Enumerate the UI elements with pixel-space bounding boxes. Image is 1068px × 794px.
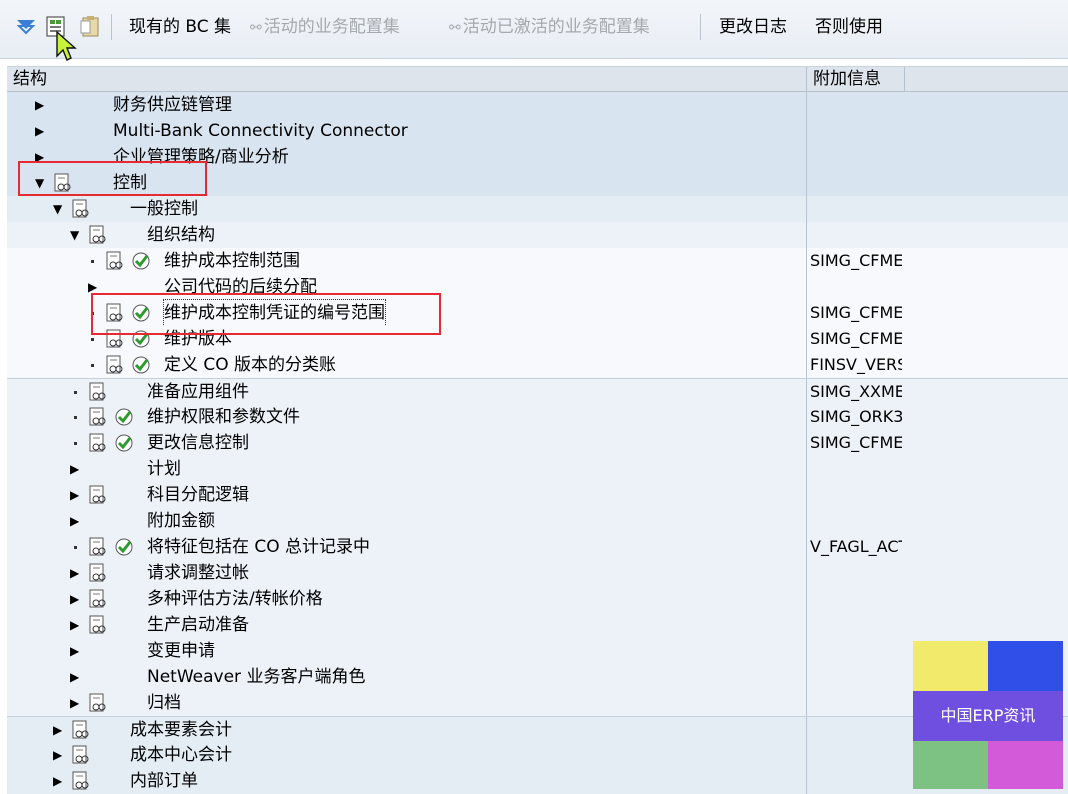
- tree-node[interactable]: ▶ 归档: [7, 690, 1068, 716]
- highlight-box: [91, 293, 441, 335]
- documentation-icon[interactable]: [88, 589, 108, 609]
- tree-node[interactable]: ▶ 请求调整过帐: [7, 560, 1068, 586]
- leaf-bullet: [74, 546, 77, 549]
- documentation-icon[interactable]: [88, 407, 108, 427]
- change-log-button[interactable]: 更改日志: [719, 14, 787, 40]
- tree-node[interactable]: ▶ 变更申请: [7, 638, 1068, 664]
- tree-node[interactable]: ▶ Multi-Bank Connectivity Connector: [7, 118, 1068, 144]
- expand-arrow-icon[interactable]: ▶: [53, 774, 65, 788]
- documentation-icon[interactable]: [88, 537, 108, 557]
- documentation-icon[interactable]: [71, 720, 91, 740]
- tree-node[interactable]: 更改信息控制 SIMG_CFMENUOKBZOKBZ: [7, 430, 1068, 456]
- leaf-bullet: [91, 338, 94, 341]
- documentation-icon[interactable]: [105, 355, 125, 375]
- clipboard-icon[interactable]: [78, 12, 102, 40]
- expand-arrow-icon[interactable]: ▶: [70, 670, 82, 684]
- execute-activity-icon[interactable]: [131, 251, 151, 271]
- expand-arrow-icon[interactable]: ▶: [70, 514, 82, 528]
- expand-arrow-icon[interactable]: ▶: [35, 98, 47, 112]
- tree-node[interactable]: ▶ 成本中心会计: [7, 742, 1068, 768]
- tree-node[interactable]: 维护成本控制范围 SIMG_CFMENUORKEOKKP: [7, 248, 1068, 274]
- tree-node[interactable]: ▶ 生产启动准备: [7, 612, 1068, 638]
- tree-node[interactable]: ▶ 财务供应链管理: [7, 92, 1068, 118]
- documentation-icon[interactable]: [88, 693, 108, 713]
- column-header-structure[interactable]: 结构: [7, 67, 807, 91]
- execute-activity-icon[interactable]: [114, 537, 134, 557]
- tree-node[interactable]: ▼ 一般控制: [7, 196, 1068, 222]
- tree-node[interactable]: ▶ 内部订单: [7, 768, 1068, 794]
- documentation-icon[interactable]: [88, 615, 108, 635]
- expand-arrow-icon[interactable]: ▶: [35, 124, 47, 138]
- tree-header: 结构 附加信息: [7, 66, 1068, 92]
- documentation-icon[interactable]: [88, 563, 108, 583]
- tree-node[interactable]: ▶ 多种评估方法/转帐价格: [7, 586, 1068, 612]
- expand-arrow-icon[interactable]: ▶: [88, 280, 100, 294]
- documentation-icon[interactable]: [71, 199, 91, 219]
- expand-arrow-icon[interactable]: ▶: [70, 462, 82, 476]
- documentation-icon[interactable]: [88, 433, 108, 453]
- expand-arrow-icon[interactable]: ▶: [70, 644, 82, 658]
- collapse-arrow-icon[interactable]: ▼: [53, 202, 65, 216]
- expand-arrow-icon[interactable]: ▶: [70, 696, 82, 710]
- existing-bc-sets-button[interactable]: 现有的 BC 集: [129, 14, 231, 40]
- tree-node[interactable]: ▶ 成本要素会计: [7, 716, 1068, 743]
- tree-node[interactable]: 准备应用组件 SIMG_XXMENUOKKPOKKP: [7, 378, 1068, 405]
- link-icon: ⚯: [250, 20, 262, 36]
- documentation-icon[interactable]: [88, 225, 108, 245]
- documentation-icon[interactable]: [71, 745, 91, 765]
- column-header-info[interactable]: 附加信息: [807, 67, 905, 91]
- tree-node[interactable]: ▼ 组织结构: [7, 222, 1068, 248]
- watermark-logo: 中国ERP资讯: [913, 641, 1063, 789]
- expand-arrow-icon[interactable]: ▶: [53, 748, 65, 762]
- expand-arrow-icon[interactable]: ▶: [70, 618, 82, 632]
- tree-node[interactable]: ▶ 计划: [7, 456, 1068, 482]
- collapse-arrow-icon[interactable]: ▼: [70, 228, 82, 242]
- expand-all-icon[interactable]: [14, 12, 38, 40]
- documentation-icon[interactable]: [105, 251, 125, 271]
- documentation-icon[interactable]: [88, 485, 108, 505]
- activated-business-config-sets-button[interactable]: ⚯ 活动已激活的业务配置集: [449, 14, 650, 41]
- leaf-bullet: [74, 416, 77, 419]
- leaf-bullet: [74, 442, 77, 445]
- documentation-icon[interactable]: [71, 771, 91, 791]
- leaf-bullet: [91, 364, 94, 367]
- documentation-icon[interactable]: [88, 382, 108, 402]
- tree-node[interactable]: ▶ NetWeaver 业务客户端角色: [7, 664, 1068, 690]
- expand-arrow-icon[interactable]: ▶: [53, 723, 65, 737]
- expand-arrow-icon[interactable]: ▶: [70, 592, 82, 606]
- tree-node[interactable]: 将特征包括在 CO 总计记录中 V_FAGL_ACTIVEC: [7, 534, 1068, 560]
- leaf-bullet: [91, 260, 94, 263]
- mouse-cursor-icon: [56, 30, 77, 61]
- expand-arrow-icon[interactable]: ▶: [70, 566, 82, 580]
- highlight-box: [18, 161, 207, 196]
- execute-activity-icon[interactable]: [114, 407, 134, 427]
- expand-arrow-icon[interactable]: ▶: [70, 488, 82, 502]
- tree-node[interactable]: ▶ 科目分配逻辑: [7, 482, 1068, 508]
- leaf-bullet: [74, 391, 77, 394]
- tree-node[interactable]: 定义 CO 版本的分类账 FINSV_VERSIONS: [7, 352, 1068, 378]
- link-icon: ⚯: [449, 20, 461, 36]
- execute-activity-icon[interactable]: [131, 355, 151, 375]
- img-structure-tree: ▶ 财务供应链管理 ▶ Multi-Bank Connectivity Conn…: [7, 92, 1068, 794]
- tree-node[interactable]: 维护权限和参数文件 SIMG_ORK3: [7, 404, 1068, 430]
- toolbar: 现有的 BC 集 ⚯ 活动的业务配置集 ⚯ 活动已激活的业务配置集 更改日志 否则使…: [0, 0, 1068, 61]
- tree-node[interactable]: ▶ 附加金额: [7, 508, 1068, 534]
- otherwise-use-button[interactable]: 否则使用: [815, 14, 883, 40]
- active-business-config-sets-button[interactable]: ⚯ 活动的业务配置集: [250, 14, 400, 41]
- execute-activity-icon[interactable]: [114, 433, 134, 453]
